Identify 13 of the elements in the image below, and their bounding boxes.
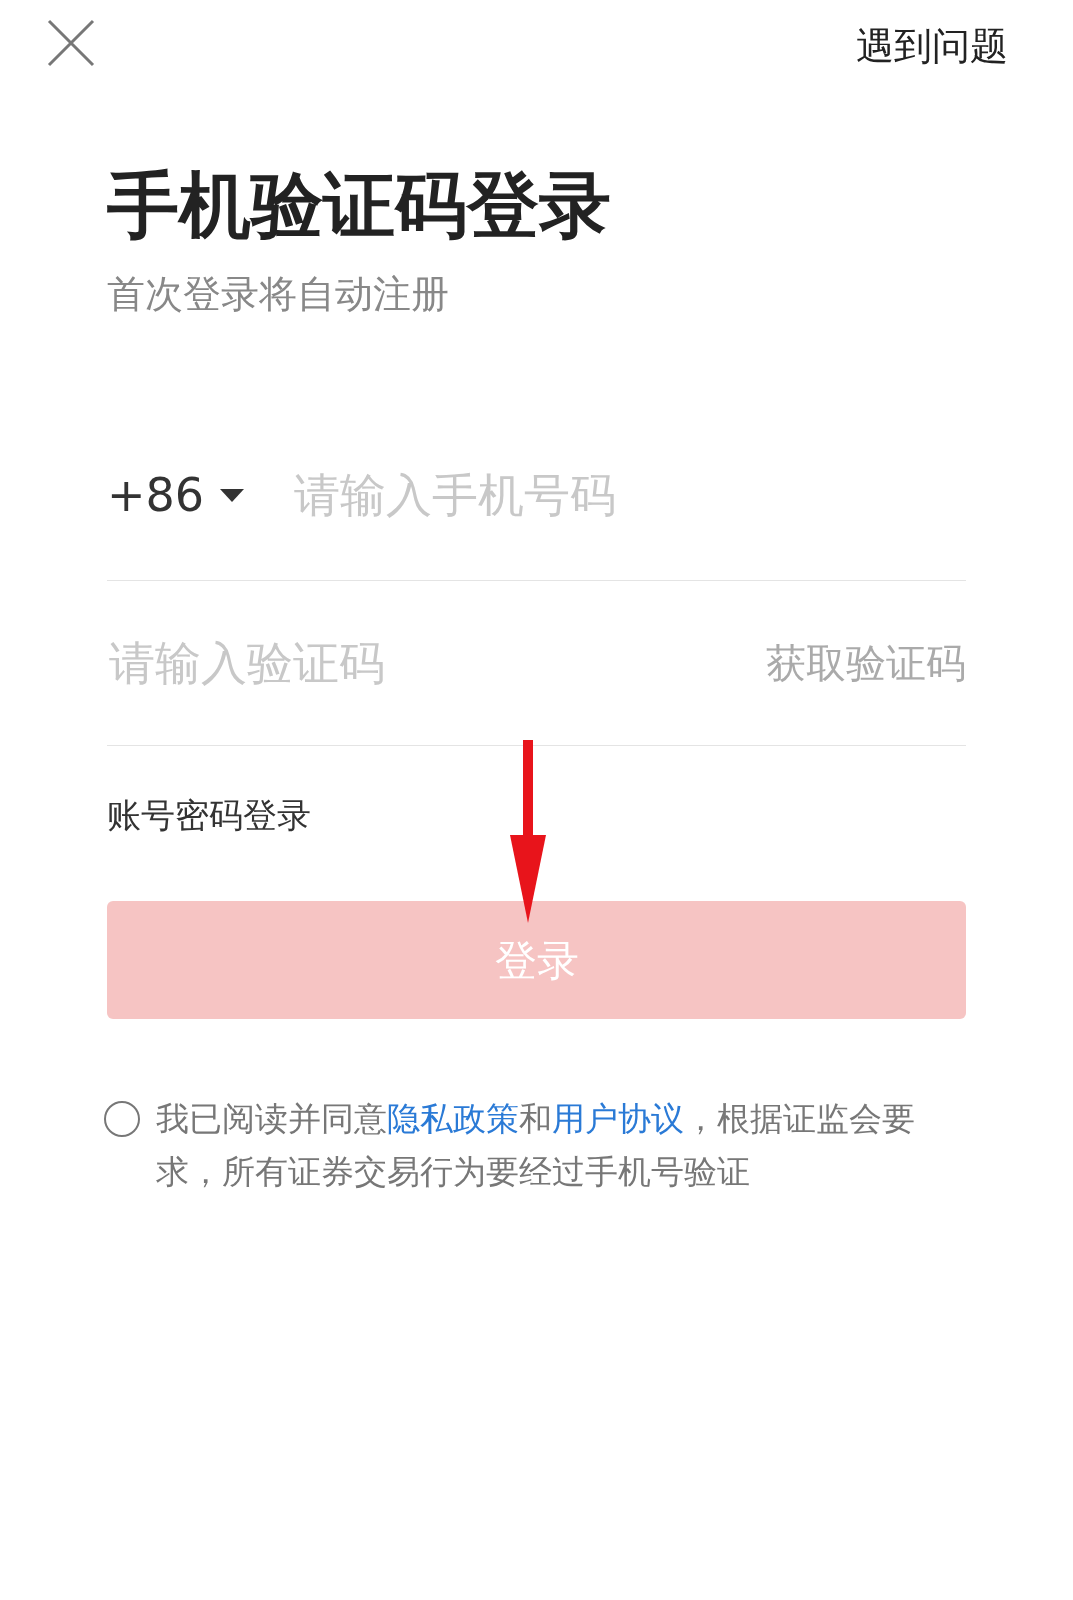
password-login-link[interactable]: 账号密码登录	[107, 790, 311, 842]
subtitle: 首次登录将自动注册	[107, 271, 450, 319]
agreement-text: 我已阅读并同意隐私政策和用户协议，根据证监会要求，所有证券交易行为要经过手机号验证	[156, 1098, 916, 1194]
agreement-link[interactable]: 隐私政策	[387, 1099, 519, 1139]
agree-radio[interactable]	[104, 1101, 140, 1138]
help-link[interactable]: 遇到问题	[856, 18, 1008, 75]
get-code-button[interactable]: 获取验证码	[766, 633, 966, 694]
country-code-dropdown[interactable]: +86	[107, 461, 245, 531]
caret-icon	[220, 488, 245, 503]
page-title: 手机验证码登录	[107, 162, 612, 249]
close-button[interactable]	[46, 18, 96, 68]
agreement-link[interactable]: 用户协议	[552, 1099, 684, 1139]
close-icon	[46, 18, 96, 68]
